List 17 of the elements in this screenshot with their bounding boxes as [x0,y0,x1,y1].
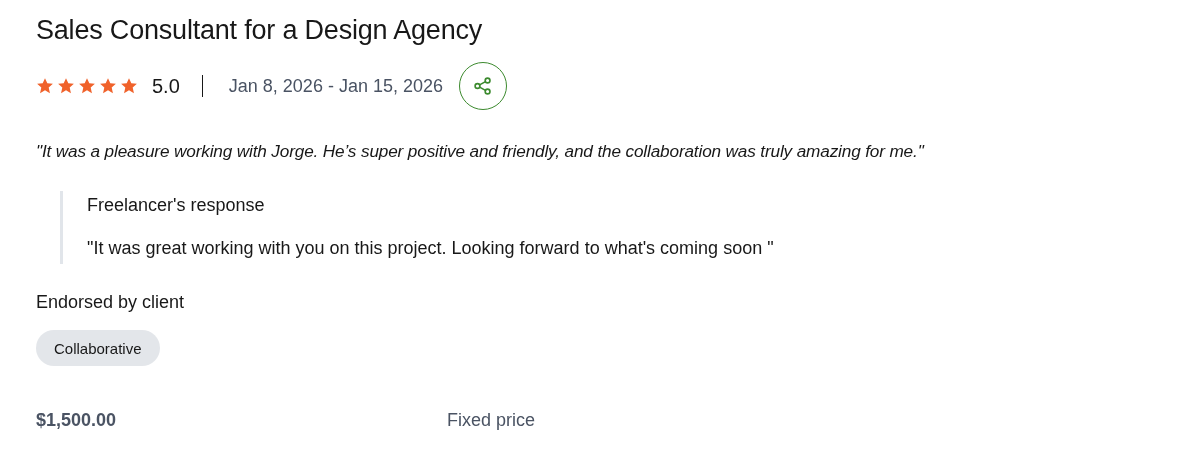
star-icon [120,77,138,95]
date-range: Jan 8, 2026 - Jan 15, 2026 [228,75,443,97]
skill-tag: Collaborative [36,330,160,366]
endorsed-label: Endorsed by client [36,291,186,314]
star-icon [99,77,117,95]
star-icon [57,77,75,95]
star-icon [78,77,96,95]
share-icon [472,75,494,97]
star-icon [36,77,54,95]
response-heading: Freelancer's response [87,194,266,217]
response-text: "It was great working with you on this project. Looking forward to what's coming soon " [87,237,775,260]
price-amount: $1,500.00 [36,410,118,431]
price-type: Fixed price [447,410,536,431]
review-text: "It was a pleasure working with Jorge. He’s super positive and friendly, and the collaboration was truly amazing for me." [36,140,926,163]
rating-score: 5.0 [152,74,180,98]
job-title: Sales Consultant for a Design Agency [36,14,484,47]
share-button[interactable] [459,62,507,110]
